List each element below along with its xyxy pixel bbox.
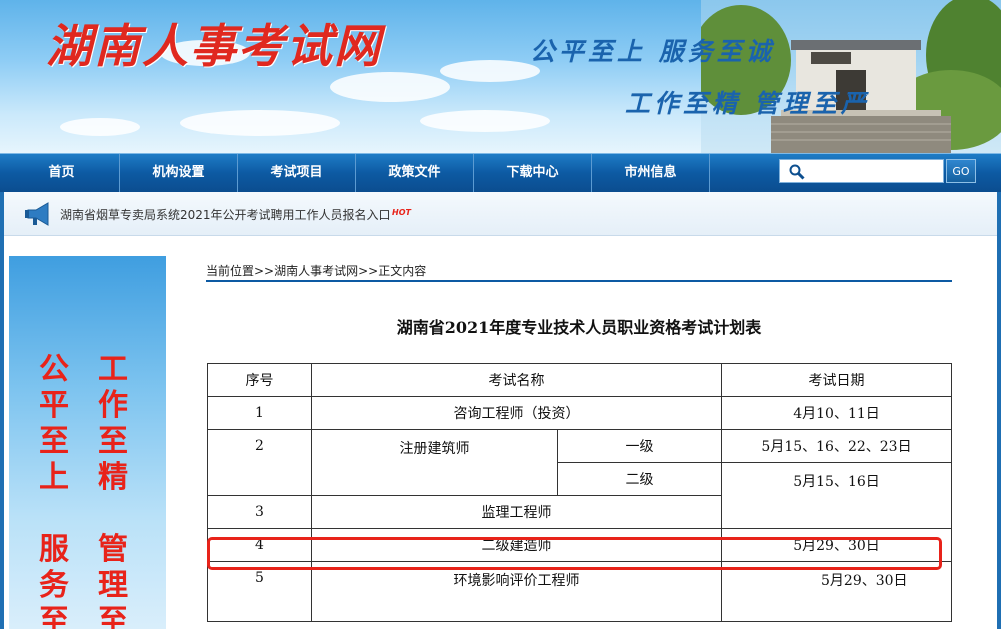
slogan-char: 公 bbox=[39, 352, 69, 387]
table-row: 2 注册建筑师 一级 5月15、16、22、23日 bbox=[207, 429, 952, 496]
slogan-char: 工 bbox=[98, 352, 128, 387]
exam-date: 4月10、11日 bbox=[721, 396, 952, 430]
search-input[interactable] bbox=[810, 160, 944, 184]
nav-item-city-info[interactable]: 市州信息 bbox=[592, 154, 710, 192]
cloud-decoration bbox=[330, 72, 450, 102]
cloud-decoration bbox=[60, 118, 140, 136]
exam-date: 5月29、30日 bbox=[721, 528, 952, 562]
cloud-decoration bbox=[180, 110, 340, 136]
exam-level: 二级 bbox=[557, 462, 722, 496]
notice-bar: 湖南省烟草专卖局系统2021年公开考试聘用工作人员报名入口 HOT bbox=[4, 192, 997, 236]
article-title: 湖南省2021年度专业技术人员职业资格考试计划表 bbox=[396, 318, 762, 337]
nav-item-exams[interactable]: 考试项目 bbox=[238, 154, 356, 192]
slogan-char: 至 bbox=[98, 424, 128, 459]
nav-item-organization[interactable]: 机构设置 bbox=[120, 154, 238, 192]
header-cell: 考试日期 bbox=[721, 363, 952, 397]
exam-date-text: 5月29、30日 bbox=[821, 573, 908, 589]
row-number: 5 bbox=[207, 561, 312, 622]
slogan-char: 平 bbox=[39, 388, 69, 423]
exam-plan-table: 序号 考试名称 考试日期 1 咨询工程师（投资） 4月10、11日 2 注册建筑… bbox=[207, 363, 952, 622]
slogan-char: 作 bbox=[98, 388, 128, 423]
row-number: 4 bbox=[207, 528, 312, 562]
megaphone-icon bbox=[25, 202, 49, 226]
slogan-char: 精 bbox=[98, 460, 128, 495]
slogan-char: 管 bbox=[98, 532, 128, 567]
hot-badge: HOT bbox=[392, 208, 411, 217]
banner-slogan: 工作至精 管理至严 bbox=[625, 89, 870, 118]
exam-date: 5月15、16日 bbox=[721, 462, 952, 529]
table-header-row: 序号 考试名称 考试日期 bbox=[207, 363, 952, 397]
exam-name: 注册建筑师 bbox=[311, 429, 558, 496]
slogan-char: 上 bbox=[39, 460, 69, 495]
building-illustration bbox=[701, 0, 1001, 153]
row-number: 1 bbox=[207, 396, 312, 430]
nav-item-downloads[interactable]: 下载中心 bbox=[474, 154, 592, 192]
banner-slogan: 公平至上 服务至诚 bbox=[530, 37, 775, 66]
slogan-char: 至 bbox=[39, 424, 69, 459]
row-number: 3 bbox=[207, 495, 312, 529]
search-icon bbox=[789, 164, 805, 180]
slogan-spacer bbox=[96, 496, 130, 532]
slogan-char: 服 bbox=[39, 532, 69, 567]
notice-link[interactable]: 湖南省烟草专卖局系统2021年公开考试聘用工作人员报名入口 bbox=[60, 206, 391, 223]
side-slogan-panel: 公 平 至 上 服 务 至 工 作 至 精 管 理 至 bbox=[9, 256, 166, 629]
slogan-char: 理 bbox=[98, 568, 128, 603]
search-box bbox=[779, 159, 944, 184]
cloud-decoration bbox=[440, 60, 540, 82]
exam-date: 5月29、30日 bbox=[721, 561, 952, 622]
search-go-button[interactable]: GO bbox=[946, 159, 976, 183]
table-row: 5 环境影响评价工程师 5月29、30日 bbox=[207, 561, 952, 622]
header-cell: 考试名称 bbox=[311, 363, 722, 397]
side-slogan-column-right: 工 作 至 精 管 理 至 bbox=[96, 352, 130, 629]
side-slogan-column-left: 公 平 至 上 服 务 至 bbox=[37, 352, 71, 629]
table-row-highlighted: 4 二级建造师 5月29、30日 bbox=[207, 528, 952, 562]
slogan-char: 至 bbox=[98, 604, 128, 629]
cloud-decoration bbox=[420, 110, 550, 132]
exam-name: 咨询工程师（投资） bbox=[311, 396, 722, 430]
exam-name: 环境影响评价工程师 bbox=[311, 561, 722, 622]
site-title: 湖南人事考试网 bbox=[46, 19, 382, 73]
exam-level: 一级 bbox=[557, 429, 722, 463]
slogan-spacer bbox=[37, 496, 71, 532]
nav-item-policies[interactable]: 政策文件 bbox=[356, 154, 474, 192]
exam-date: 5月15、16、22、23日 bbox=[721, 429, 952, 463]
row-number: 2 bbox=[207, 429, 312, 496]
header-cell: 序号 bbox=[207, 363, 312, 397]
exam-name: 二级建造师 bbox=[311, 528, 722, 562]
slogan-char: 务 bbox=[39, 568, 69, 603]
slogan-char: 至 bbox=[39, 604, 69, 629]
breadcrumb[interactable]: 当前位置>>湖南人事考试网>>正文内容 bbox=[206, 262, 426, 279]
breadcrumb-divider bbox=[206, 280, 952, 282]
header-banner: 湖南人事考试网 公平至上 服务至诚 工作至精 管理至严 bbox=[0, 0, 1001, 153]
table-row: 1 咨询工程师（投资） 4月10、11日 bbox=[207, 396, 952, 430]
nav-item-home[interactable]: 首页 bbox=[4, 154, 120, 192]
exam-name: 监理工程师 bbox=[311, 495, 722, 529]
